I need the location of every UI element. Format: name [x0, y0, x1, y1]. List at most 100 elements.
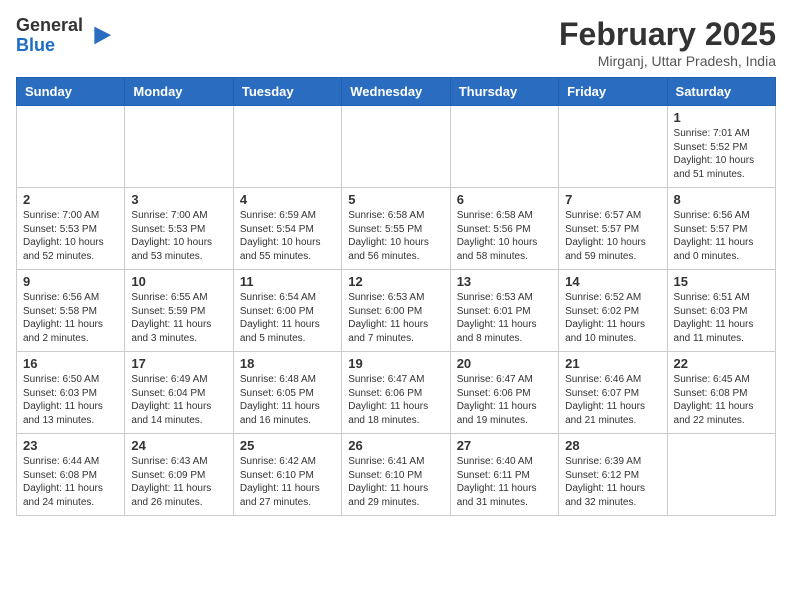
weekday-sunday: Sunday [17, 78, 125, 106]
title-section: February 2025 Mirganj, Uttar Pradesh, In… [559, 16, 776, 69]
weekday-friday: Friday [559, 78, 667, 106]
day-info: Sunrise: 6:49 AM Sunset: 6:04 PM Dayligh… [131, 373, 226, 427]
day-info: Sunrise: 6:39 AM Sunset: 6:12 PM Dayligh… [565, 455, 660, 509]
calendar-cell: 9Sunrise: 6:56 AM Sunset: 5:58 PM Daylig… [17, 270, 125, 352]
calendar-cell [450, 106, 558, 188]
day-number: 1 [674, 110, 769, 125]
calendar-cell: 24 Sunrise: 6:43 AM Sunset: 6:09 PM Dayli… [125, 434, 233, 516]
day-info: Sunrise: 6:45 AM Sunset: 6:08 PM Dayligh… [674, 373, 769, 427]
calendar-cell: 23 Sunrise: 6:44 AM Sunset: 6:08 PM Dayli… [17, 434, 125, 516]
day-number: 25 [240, 438, 335, 453]
day-number: 7 [565, 192, 660, 207]
calendar-cell: 26 Sunrise: 6:41 AM Sunset: 6:10 PM Dayli… [342, 434, 450, 516]
day-info: Sunrise: 6:44 AM Sunset: 6:08 PM Dayligh… [23, 455, 118, 509]
day-info: Sunrise: 6:42 AM Sunset: 6:10 PM Dayligh… [240, 455, 335, 509]
calendar-cell: 6Sunrise: 6:58 AM Sunset: 5:56 PM Daylig… [450, 188, 558, 270]
day-info: Sunrise: 6:41 AM Sunset: 6:10 PM Dayligh… [348, 455, 443, 509]
day-number: 17 [131, 356, 226, 371]
page-header: General Blue February 2025 Mirganj, Utta… [16, 16, 776, 69]
location: Mirganj, Uttar Pradesh, India [559, 53, 776, 69]
logo-icon [85, 22, 113, 50]
weekday-header-row: SundayMondayTuesdayWednesdayThursdayFrid… [17, 78, 776, 106]
day-info: Sunrise: 6:46 AM Sunset: 6:07 PM Dayligh… [565, 373, 660, 427]
day-number: 10 [131, 274, 226, 289]
calendar-cell: 8Sunrise: 6:56 AM Sunset: 5:57 PM Daylig… [667, 188, 775, 270]
day-number: 13 [457, 274, 552, 289]
day-info: Sunrise: 6:56 AM Sunset: 5:57 PM Dayligh… [674, 209, 769, 263]
week-row-4: 16 Sunrise: 6:50 AM Sunset: 6:03 PM Dayli… [17, 352, 776, 434]
calendar-cell: 7 Sunrise: 6:57 AM Sunset: 5:57 PM Daylig… [559, 188, 667, 270]
calendar-cell: 22 Sunrise: 6:45 AM Sunset: 6:08 PM Dayli… [667, 352, 775, 434]
calendar-cell: 27 Sunrise: 6:40 AM Sunset: 6:11 PM Dayli… [450, 434, 558, 516]
calendar-cell [667, 434, 775, 516]
day-number: 11 [240, 274, 335, 289]
day-number: 18 [240, 356, 335, 371]
calendar-cell [17, 106, 125, 188]
day-info: Sunrise: 6:58 AM Sunset: 5:55 PM Dayligh… [348, 209, 443, 263]
day-info: Sunrise: 7:00 AM Sunset: 5:53 PM Dayligh… [131, 209, 226, 263]
day-number: 27 [457, 438, 552, 453]
calendar-cell: 5 Sunrise: 6:58 AM Sunset: 5:55 PM Daylig… [342, 188, 450, 270]
calendar-cell: 13 Sunrise: 6:53 AM Sunset: 6:01 PM Dayli… [450, 270, 558, 352]
calendar-cell: 17 Sunrise: 6:49 AM Sunset: 6:04 PM Dayli… [125, 352, 233, 434]
day-info: Sunrise: 6:48 AM Sunset: 6:05 PM Dayligh… [240, 373, 335, 427]
week-row-5: 23 Sunrise: 6:44 AM Sunset: 6:08 PM Dayli… [17, 434, 776, 516]
day-info: Sunrise: 6:53 AM Sunset: 6:01 PM Dayligh… [457, 291, 552, 345]
weekday-monday: Monday [125, 78, 233, 106]
day-info: Sunrise: 6:50 AM Sunset: 6:03 PM Dayligh… [23, 373, 118, 427]
day-info: Sunrise: 6:54 AM Sunset: 6:00 PM Dayligh… [240, 291, 335, 345]
day-number: 23 [23, 438, 118, 453]
day-number: 26 [348, 438, 443, 453]
day-info: Sunrise: 6:43 AM Sunset: 6:09 PM Dayligh… [131, 455, 226, 509]
day-info: Sunrise: 6:51 AM Sunset: 6:03 PM Dayligh… [674, 291, 769, 345]
day-number: 2 [23, 192, 118, 207]
calendar-cell: 2Sunrise: 7:00 AM Sunset: 5:53 PM Daylig… [17, 188, 125, 270]
day-number: 5 [348, 192, 443, 207]
day-number: 22 [674, 356, 769, 371]
day-number: 4 [240, 192, 335, 207]
calendar-cell: 21 Sunrise: 6:46 AM Sunset: 6:07 PM Dayli… [559, 352, 667, 434]
day-number: 24 [131, 438, 226, 453]
calendar-cell: 4Sunrise: 6:59 AM Sunset: 5:54 PM Daylig… [233, 188, 341, 270]
calendar-cell [233, 106, 341, 188]
day-info: Sunrise: 6:40 AM Sunset: 6:11 PM Dayligh… [457, 455, 552, 509]
week-row-2: 2 Sunrise: 7:00 AM Sunset: 5:53 PM Daylig… [17, 188, 776, 270]
calendar-cell: 15 Sunrise: 6:51 AM Sunset: 6:03 PM Dayli… [667, 270, 775, 352]
calendar-cell: 11 Sunrise: 6:54 AM Sunset: 6:00 PM Dayli… [233, 270, 341, 352]
day-info: Sunrise: 6:52 AM Sunset: 6:02 PM Dayligh… [565, 291, 660, 345]
calendar-cell: 14 Sunrise: 6:52 AM Sunset: 6:02 PM Dayli… [559, 270, 667, 352]
calendar-cell: 28 Sunrise: 6:39 AM Sunset: 6:12 PM Dayli… [559, 434, 667, 516]
calendar-cell: 16 Sunrise: 6:50 AM Sunset: 6:03 PM Dayli… [17, 352, 125, 434]
week-row-3: 9Sunrise: 6:56 AM Sunset: 5:58 PM Daylig… [17, 270, 776, 352]
calendar-cell: 18 Sunrise: 6:48 AM Sunset: 6:05 PM Dayli… [233, 352, 341, 434]
day-info: Sunrise: 6:55 AM Sunset: 5:59 PM Dayligh… [131, 291, 226, 345]
day-number: 15 [674, 274, 769, 289]
logo-blue: Blue [16, 36, 83, 56]
calendar-cell: 20Sunrise: 6:47 AM Sunset: 6:06 PM Dayli… [450, 352, 558, 434]
logo-text: General Blue [16, 16, 83, 56]
calendar-cell: 12 Sunrise: 6:53 AM Sunset: 6:00 PM Dayli… [342, 270, 450, 352]
calendar-cell: 25 Sunrise: 6:42 AM Sunset: 6:10 PM Dayli… [233, 434, 341, 516]
day-number: 3 [131, 192, 226, 207]
calendar-cell: 3 Sunrise: 7:00 AM Sunset: 5:53 PM Daylig… [125, 188, 233, 270]
day-number: 28 [565, 438, 660, 453]
day-number: 16 [23, 356, 118, 371]
weekday-tuesday: Tuesday [233, 78, 341, 106]
day-info: Sunrise: 6:53 AM Sunset: 6:00 PM Dayligh… [348, 291, 443, 345]
day-number: 14 [565, 274, 660, 289]
week-row-1: 1 Sunrise: 7:01 AM Sunset: 5:52 PM Daylig… [17, 106, 776, 188]
calendar-cell [342, 106, 450, 188]
calendar-cell: 19Sunrise: 6:47 AM Sunset: 6:06 PM Dayli… [342, 352, 450, 434]
day-number: 12 [348, 274, 443, 289]
logo: General Blue [16, 16, 113, 56]
day-number: 20 [457, 356, 552, 371]
day-info: Sunrise: 6:56 AM Sunset: 5:58 PM Dayligh… [23, 291, 118, 345]
day-info: Sunrise: 7:01 AM Sunset: 5:52 PM Dayligh… [674, 127, 769, 181]
calendar-cell: 10 Sunrise: 6:55 AM Sunset: 5:59 PM Dayli… [125, 270, 233, 352]
day-info: Sunrise: 6:57 AM Sunset: 5:57 PM Dayligh… [565, 209, 660, 263]
calendar-header: SundayMondayTuesdayWednesdayThursdayFrid… [17, 78, 776, 106]
weekday-saturday: Saturday [667, 78, 775, 106]
day-number: 21 [565, 356, 660, 371]
calendar-cell [125, 106, 233, 188]
logo-general: General [16, 16, 83, 36]
